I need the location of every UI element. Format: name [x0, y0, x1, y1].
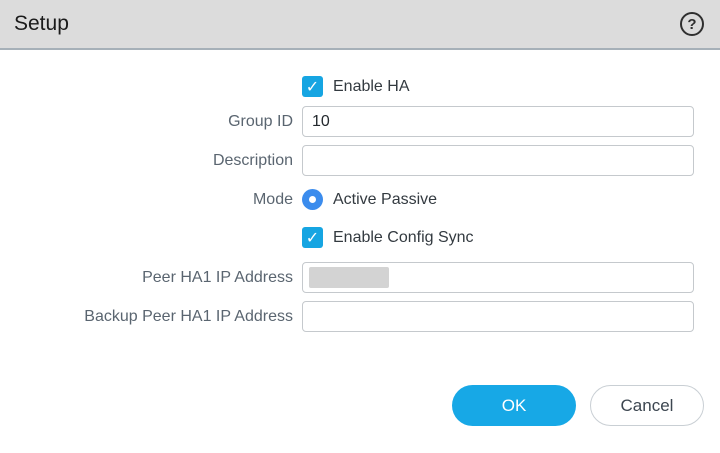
description-label: Description [0, 152, 302, 170]
enable-config-sync-label: Enable Config Sync [333, 229, 474, 247]
group-id-row: Group ID [0, 106, 720, 137]
enable-ha-checkbox[interactable]: ✓ [302, 76, 323, 97]
backup-peer-ha1-ip-input[interactable] [302, 301, 694, 332]
backup-peer-ha1-ip-row: Backup Peer HA1 IP Address [0, 301, 720, 332]
mode-label: Mode [0, 191, 302, 209]
group-id-input[interactable] [302, 106, 694, 137]
group-id-label: Group ID [0, 113, 302, 131]
setup-dialog: Setup ? ✓ Enable HA Group ID Description [0, 0, 720, 453]
peer-ha1-ip-row: Peer HA1 IP Address [0, 262, 720, 293]
setup-form: ✓ Enable HA Group ID Description Mode [0, 50, 720, 332]
dialog-header: Setup ? [0, 0, 720, 50]
ok-button[interactable]: OK [452, 385, 576, 426]
mode-row: Mode Active Passive [0, 189, 720, 210]
enable-ha-label: Enable HA [333, 78, 410, 96]
description-input[interactable] [302, 145, 694, 176]
radio-dot [309, 196, 316, 203]
description-row: Description [0, 145, 720, 176]
help-icon[interactable]: ? [680, 12, 704, 36]
dialog-title: Setup [14, 12, 69, 36]
backup-peer-ha1-ip-label: Backup Peer HA1 IP Address [0, 308, 302, 326]
cancel-button[interactable]: Cancel [590, 385, 704, 426]
enable-config-sync-checkbox[interactable]: ✓ [302, 227, 323, 248]
peer-ha1-ip-input[interactable] [302, 262, 694, 293]
enable-config-sync-row: ✓ Enable Config Sync [0, 227, 720, 248]
active-passive-radio[interactable] [302, 189, 323, 210]
active-passive-label: Active Passive [333, 191, 437, 209]
dialog-buttons: OK Cancel [452, 385, 704, 426]
enable-ha-row: ✓ Enable HA [0, 76, 720, 97]
peer-ha1-ip-label: Peer HA1 IP Address [0, 269, 302, 287]
